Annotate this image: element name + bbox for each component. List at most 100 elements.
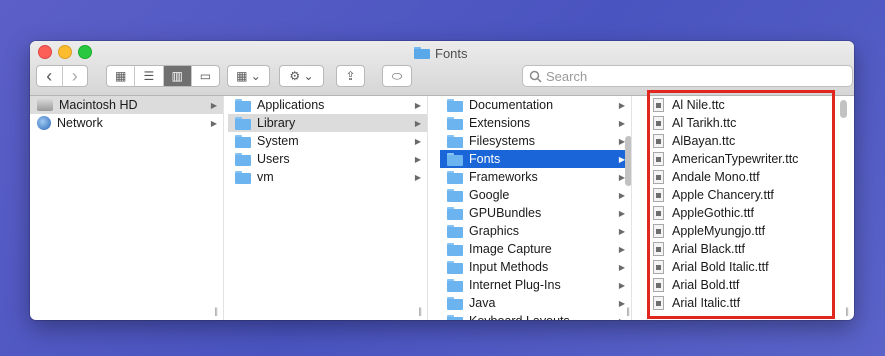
- font-file-icon: [653, 260, 664, 274]
- list-item[interactable]: Andale Mono.ttf: [646, 168, 854, 186]
- list-item[interactable]: Java ▶: [440, 294, 631, 312]
- list-item[interactable]: AppleMyungjo.ttf: [646, 222, 854, 240]
- group-by-button[interactable]: ▦ ⌄: [227, 65, 270, 87]
- list-item[interactable]: Internet Plug-Ins ▶: [440, 276, 631, 294]
- forward-button[interactable]: ›: [63, 66, 88, 86]
- list-item[interactable]: Image Capture ▶: [440, 240, 631, 258]
- gallery-view-button[interactable]: ▭: [192, 66, 219, 86]
- list-view-button[interactable]: ☰: [135, 66, 164, 86]
- font-file-icon: [653, 296, 664, 310]
- list-item[interactable]: Fonts ▶: [440, 150, 631, 168]
- list-item[interactable]: vm ▶: [228, 168, 427, 186]
- font-file-icon: [653, 152, 664, 166]
- folder-icon: [447, 242, 463, 256]
- share-button[interactable]: ⇪: [336, 65, 365, 87]
- folder-icon: [447, 260, 463, 274]
- column-resize-handle[interactable]: ||: [845, 306, 849, 316]
- title-bar: Fonts ‹ › ▦ ☰ ▥ ▭ ▦ ⌄ ⚙ ⌄ ⇪ ⬭ Search: [30, 41, 854, 96]
- list-item-label: Al Tarikh.ttc: [672, 116, 737, 130]
- disclosure-arrow-icon: ▶: [210, 100, 217, 110]
- list-item-label: Frameworks: [469, 170, 538, 184]
- disclosure-arrow-icon: ▶: [618, 100, 625, 110]
- list-icon: ☰: [143, 69, 155, 83]
- font-file-icon: [653, 170, 664, 184]
- icon-view-button[interactable]: ▦: [107, 66, 136, 86]
- column-library[interactable]: Documentation ▶ Extensions ▶ Filesystems ▶ Fon…: [440, 96, 632, 320]
- list-item[interactable]: AlBayan.ttc: [646, 132, 854, 150]
- list-item[interactable]: Library ▶: [228, 114, 427, 132]
- list-item[interactable]: Keyboard Layouts ▶: [440, 312, 631, 320]
- column-browser: Macintosh HD ▶ Network ▶ || Applications ▶ Lib…: [30, 96, 854, 320]
- view-mode-selector: ▦ ☰ ▥ ▭: [106, 65, 220, 87]
- maximize-window-button[interactable]: [78, 45, 92, 59]
- close-window-button[interactable]: [38, 45, 52, 59]
- list-item[interactable]: GPUBundles ▶: [440, 204, 631, 222]
- minimize-window-button[interactable]: [58, 45, 72, 59]
- list-item[interactable]: Users ▶: [228, 150, 427, 168]
- list-item[interactable]: Applications ▶: [228, 96, 427, 114]
- list-item[interactable]: Arial Black.ttf: [646, 240, 854, 258]
- column-fonts[interactable]: Al Nile.ttc Al Tarikh.ttc AlBayan.ttc Ameri…: [646, 96, 854, 320]
- list-item[interactable]: Arial Bold.ttf: [646, 276, 854, 294]
- folder-icon: [447, 314, 463, 320]
- column-resize-handle[interactable]: ||: [214, 306, 218, 316]
- column-locations[interactable]: Macintosh HD ▶ Network ▶ ||: [30, 96, 224, 320]
- list-item-label: GPUBundles: [469, 206, 542, 220]
- list-item[interactable]: Al Nile.ttc: [646, 96, 854, 114]
- column-view-button[interactable]: ▥: [163, 66, 192, 86]
- folder-icon: [447, 206, 463, 220]
- list-item-label: Applications: [257, 98, 325, 112]
- search-placeholder: Search: [546, 68, 588, 84]
- list-item-label: Macintosh HD: [59, 98, 138, 112]
- list-item[interactable]: Apple Chancery.ttf: [646, 186, 854, 204]
- list-item-label: Arial Bold.ttf: [672, 278, 740, 292]
- list-item-label: System: [257, 134, 299, 148]
- list-item-label: Google: [469, 188, 510, 202]
- scrollbar-thumb[interactable]: [625, 136, 631, 186]
- list-item[interactable]: Network ▶: [30, 114, 223, 132]
- list-item-label: AppleMyungjo.ttf: [672, 224, 766, 238]
- list-item-label: vm: [257, 170, 274, 184]
- disclosure-arrow-icon: ▶: [414, 154, 421, 164]
- chevron-left-icon: ‹: [46, 66, 53, 86]
- scrollbar-thumb[interactable]: [840, 100, 847, 118]
- folder-icon: [235, 152, 251, 166]
- list-item[interactable]: AmericanTypewriter.ttc: [646, 150, 854, 168]
- list-item-label: Internet Plug-Ins: [469, 278, 561, 292]
- folder-icon: [447, 224, 463, 238]
- folder-icon: [235, 116, 251, 130]
- list-item[interactable]: Macintosh HD ▶: [30, 96, 223, 114]
- window-title-text: Fonts: [435, 45, 468, 61]
- list-item[interactable]: Extensions ▶: [440, 114, 631, 132]
- column-resize-handle[interactable]: ||: [418, 306, 422, 316]
- list-item-label: Al Nile.ttc: [672, 98, 725, 112]
- column-resize-handle[interactable]: ||: [626, 306, 630, 316]
- disclosure-arrow-icon: ▶: [618, 280, 625, 290]
- back-button[interactable]: ‹: [37, 66, 63, 86]
- list-item[interactable]: Google ▶: [440, 186, 631, 204]
- disclosure-arrow-icon: ▶: [619, 317, 625, 321]
- list-item[interactable]: AppleGothic.ttf: [646, 204, 854, 222]
- list-item[interactable]: Graphics ▶: [440, 222, 631, 240]
- share-icon: ⇪: [345, 69, 356, 83]
- action-button[interactable]: ⚙ ⌄: [279, 65, 324, 87]
- tag-button[interactable]: ⬭: [382, 65, 412, 87]
- search-field[interactable]: Search: [522, 65, 853, 87]
- disclosure-arrow-icon: ▶: [414, 172, 421, 182]
- list-item[interactable]: Arial Italic.ttf: [646, 294, 854, 312]
- list-item[interactable]: System ▶: [228, 132, 427, 150]
- globe-icon: [37, 116, 51, 130]
- list-item-label: Input Methods: [469, 260, 549, 274]
- list-item[interactable]: Input Methods ▶: [440, 258, 631, 276]
- group-icon: ▦ ⌄: [236, 69, 261, 83]
- list-item[interactable]: Filesystems ▶: [440, 132, 631, 150]
- list-item[interactable]: Arial Bold Italic.ttf: [646, 258, 854, 276]
- font-file-icon: [653, 206, 664, 220]
- list-item-label: Documentation: [469, 98, 554, 112]
- list-item[interactable]: Documentation ▶: [440, 96, 631, 114]
- font-file-icon: [653, 134, 664, 148]
- list-item[interactable]: Al Tarikh.ttc: [646, 114, 854, 132]
- column-root[interactable]: Applications ▶ Library ▶ System ▶ Users ▶ vm ▶ ||: [228, 96, 428, 320]
- nav-buttons: ‹ ›: [36, 65, 88, 87]
- list-item[interactable]: Frameworks ▶: [440, 168, 631, 186]
